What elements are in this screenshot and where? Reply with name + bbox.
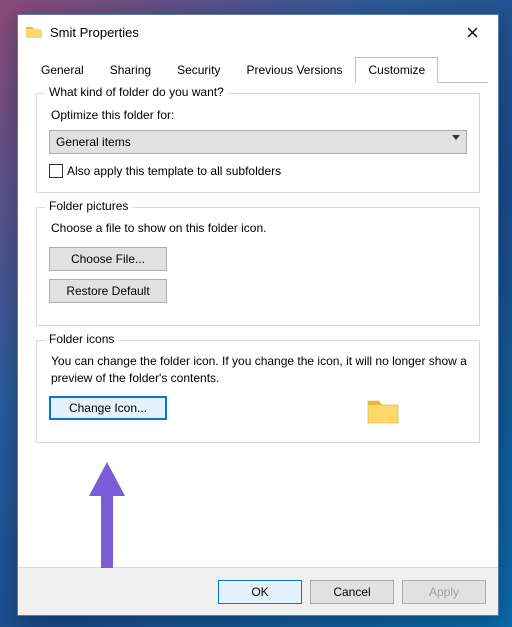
apply-subfolders-checkbox[interactable] [49,164,63,178]
tabs: General Sharing Security Previous Versio… [28,57,488,83]
pictures-desc: Choose a file to show on this folder ico… [51,220,467,237]
optimize-label: Optimize this folder for: [51,108,467,122]
group-title-pictures: Folder pictures [45,199,132,213]
dialog-footer: OK Cancel Apply [18,567,498,615]
group-folder-pictures: Folder pictures Choose a file to show on… [36,207,480,326]
window-title: Smit Properties [50,25,452,40]
ok-button[interactable]: OK [218,580,302,604]
apply-subfolders-row: Also apply this template to all subfolde… [49,164,467,178]
apply-button[interactable]: Apply [402,580,486,604]
icons-desc: You can change the folder icon. If you c… [51,353,467,387]
tab-previous-versions[interactable]: Previous Versions [233,57,355,83]
apply-subfolders-label: Also apply this template to all subfolde… [67,164,281,178]
group-title-icons: Folder icons [45,332,118,346]
tab-content: What kind of folder do you want? Optimiz… [18,83,498,567]
titlebar: Smit Properties [18,15,498,49]
properties-dialog: Smit Properties General Sharing Security… [17,14,499,616]
close-button[interactable] [452,18,492,46]
group-folder-kind: What kind of folder do you want? Optimiz… [36,93,480,193]
folder-icon [26,25,42,39]
folder-preview-icon [367,397,399,428]
tab-security[interactable]: Security [164,57,233,83]
choose-file-button[interactable]: Choose File... [49,247,167,271]
group-folder-icons: Folder icons You can change the folder i… [36,340,480,444]
change-icon-button[interactable]: Change Icon... [49,396,167,420]
optimize-combobox[interactable]: General items [49,130,467,154]
tab-general[interactable]: General [28,57,97,83]
tab-sharing[interactable]: Sharing [97,57,164,83]
group-title-kind: What kind of folder do you want? [45,85,228,99]
tabs-container: General Sharing Security Previous Versio… [18,49,498,83]
chevron-down-icon [452,135,460,140]
combobox-value: General items [56,135,131,149]
restore-default-button[interactable]: Restore Default [49,279,167,303]
cancel-button[interactable]: Cancel [310,580,394,604]
tab-customize[interactable]: Customize [355,57,438,83]
